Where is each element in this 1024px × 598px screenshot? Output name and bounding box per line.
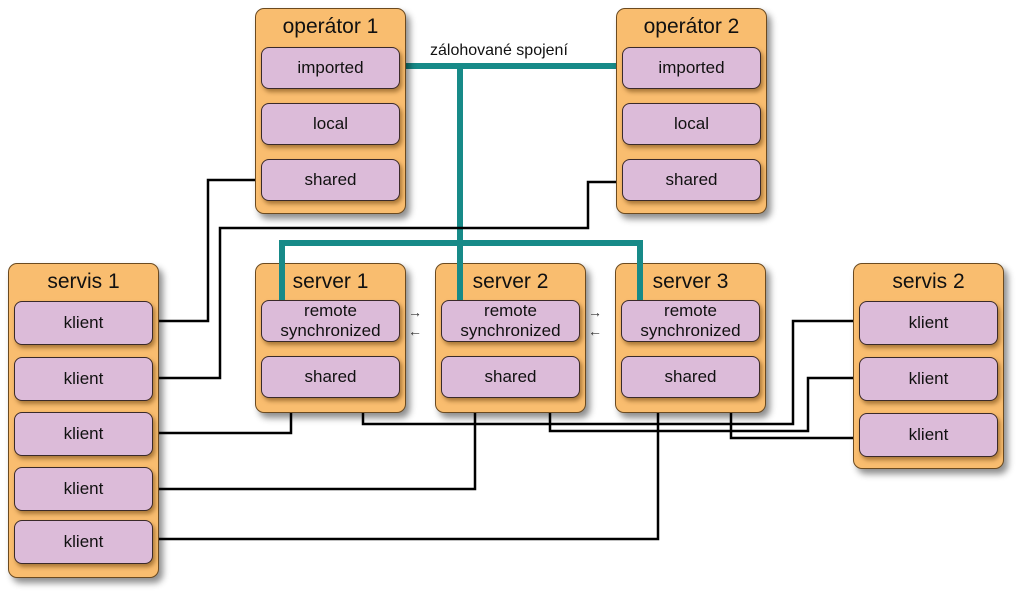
server-1-group: server 1 remote synchronized shared xyxy=(255,263,406,413)
sync-arrow-right-icon: → xyxy=(588,304,602,320)
server-2-remote-synchronized[interactable]: remote synchronized xyxy=(441,300,580,342)
item-label: klient xyxy=(63,532,104,551)
item-label: klient xyxy=(63,313,104,332)
item-label: shared xyxy=(484,367,537,386)
item-label: synchronized xyxy=(640,321,741,340)
item-label: shared xyxy=(304,367,357,386)
item-label: local xyxy=(674,114,709,133)
servis-2-klient-3[interactable]: klient xyxy=(859,413,998,457)
server-2-title: server 2 xyxy=(472,270,549,293)
operator-2-shared[interactable]: shared xyxy=(622,159,761,201)
operator-2-title: operátor 2 xyxy=(643,15,740,38)
item-label: remote xyxy=(664,301,717,320)
server-3-shared[interactable]: shared xyxy=(621,356,760,398)
servis-1-title: servis 1 xyxy=(47,270,120,293)
sync-arrow-left-icon: ← xyxy=(408,323,422,339)
item-label: klient xyxy=(908,369,949,388)
item-label: shared xyxy=(664,367,717,386)
operator-1-title: operátor 1 xyxy=(282,15,379,38)
wire-op1-shared-servis1-k1 xyxy=(155,178,260,323)
item-label: klient xyxy=(63,424,104,443)
wire-s3-shared-servis1-k5 xyxy=(155,402,660,541)
servis-1-klient-5[interactable]: klient xyxy=(14,520,153,564)
operator-1-local[interactable]: local xyxy=(261,103,400,145)
item-label: imported xyxy=(297,58,364,77)
item-label: klient xyxy=(908,425,949,444)
server-3-title: server 3 xyxy=(652,270,729,293)
operator-2-imported[interactable]: imported xyxy=(622,47,761,89)
operator-2-group: operátor 2 imported local shared xyxy=(616,8,767,214)
operator-1-group: operátor 1 imported local shared xyxy=(255,8,406,214)
server-1-remote-synchronized[interactable]: remote synchronized xyxy=(261,300,400,342)
operator-2-local[interactable]: local xyxy=(622,103,761,145)
sync-arrow-right-icon: → xyxy=(408,304,422,320)
operator-1-imported[interactable]: imported xyxy=(261,47,400,89)
item-label: shared xyxy=(665,170,718,189)
server-2-shared[interactable]: shared xyxy=(441,356,580,398)
servis-1-klient-1[interactable]: klient xyxy=(14,301,153,345)
server-1-shared[interactable]: shared xyxy=(261,356,400,398)
item-label: klient xyxy=(63,479,104,498)
item-label: shared xyxy=(304,170,357,189)
server-3-group: server 3 remote synchronized shared xyxy=(615,263,766,413)
item-label: synchronized xyxy=(460,321,561,340)
item-label: synchronized xyxy=(280,321,381,340)
servis-2-klient-1[interactable]: klient xyxy=(859,301,998,345)
server-1-title: server 1 xyxy=(292,270,369,293)
sync-arrow-left-icon: ← xyxy=(588,323,602,339)
servis-1-klient-3[interactable]: klient xyxy=(14,412,153,456)
server-2-group: server 2 remote synchronized shared xyxy=(435,263,586,413)
item-label: imported xyxy=(658,58,725,77)
servis-1-group: servis 1 klient klient klient klient kli… xyxy=(8,263,159,578)
servis-1-klient-4[interactable]: klient xyxy=(14,467,153,511)
item-label: local xyxy=(313,114,348,133)
server-3-remote-synchronized[interactable]: remote synchronized xyxy=(621,300,760,342)
item-label: remote xyxy=(484,301,537,320)
operator-1-shared[interactable]: shared xyxy=(261,159,400,201)
servis-2-group: servis 2 klient klient klient xyxy=(853,263,1004,469)
item-label: klient xyxy=(63,369,104,388)
servis-2-klient-2[interactable]: klient xyxy=(859,357,998,401)
item-label: klient xyxy=(908,313,949,332)
servis-2-title: servis 2 xyxy=(892,270,965,293)
servis-1-klient-2[interactable]: klient xyxy=(14,357,153,401)
backup-connection-label: zálohované spojení xyxy=(430,42,568,59)
item-label: remote xyxy=(304,301,357,320)
wire-s2-shared-servis1-k4 xyxy=(155,402,477,491)
